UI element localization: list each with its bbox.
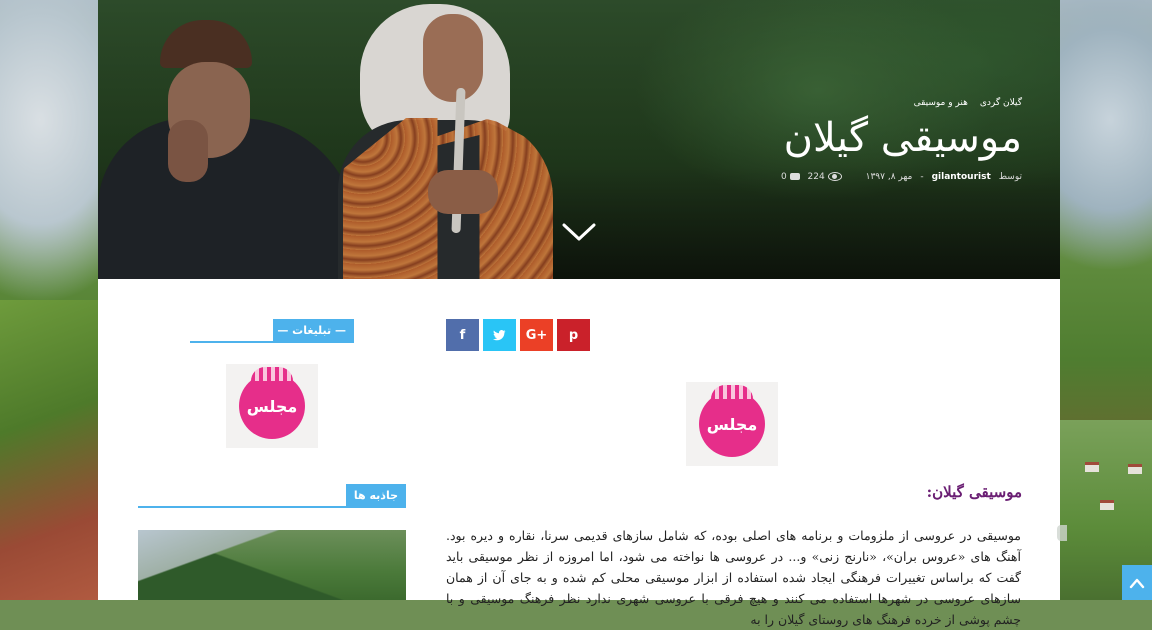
hero-photo-face bbox=[423, 14, 483, 102]
share-buttons: f t G+ p bbox=[446, 319, 590, 351]
facebook-share-button[interactable]: f bbox=[446, 319, 479, 351]
byline-prefix: توسط bbox=[998, 172, 1022, 182]
pinterest-share-button[interactable]: p bbox=[557, 319, 590, 351]
comments-count[interactable]: 0 bbox=[781, 172, 800, 182]
facebook-icon: f bbox=[459, 327, 466, 343]
hero-photo-hands bbox=[428, 170, 498, 214]
attractions-widget-title: جاذبه ها bbox=[346, 484, 406, 508]
article-logo-image: مجلس bbox=[686, 382, 778, 466]
views-count: 224 bbox=[808, 172, 842, 182]
post-title: موسیقی گیلان bbox=[783, 115, 1022, 161]
majles-logo: مجلس bbox=[699, 385, 765, 457]
post-header: گیلان گردی هنر و موسیقی موسیقی گیلان توس… bbox=[781, 98, 1022, 182]
hero-photo-hat bbox=[160, 20, 252, 68]
pinterest-icon: p bbox=[568, 327, 579, 343]
article-body: موسیقی در عروسی از ملزومات و برنامه های … bbox=[446, 528, 1022, 627]
logo-text: مجلس bbox=[706, 414, 758, 434]
google-plus-icon: G+ bbox=[525, 327, 548, 343]
side-handle bbox=[1057, 525, 1067, 541]
background-left-slope bbox=[0, 300, 98, 600]
category-link[interactable]: گیلان گردی bbox=[980, 98, 1022, 108]
chevron-down-icon[interactable] bbox=[562, 222, 596, 242]
category-link[interactable]: هنر و موسیقی bbox=[914, 98, 968, 108]
twitter-icon bbox=[493, 329, 506, 340]
hero-photo-hand bbox=[168, 120, 208, 182]
ads-widget-title: — تبلیغات — bbox=[273, 319, 354, 343]
article-heading: موسیقی گیلان: bbox=[926, 483, 1022, 501]
comment-icon bbox=[789, 173, 800, 180]
twitter-share-button[interactable]: t bbox=[483, 319, 516, 351]
content-panel: f t G+ p مجلس موسیقی گیلان: موسیقی در عر… bbox=[98, 279, 1060, 627]
scroll-to-top-button[interactable] bbox=[1122, 565, 1152, 600]
author-link[interactable]: gilantourist bbox=[932, 172, 991, 182]
post-categories: گیلان گردی هنر و موسیقی bbox=[781, 98, 1022, 108]
ad-banner[interactable]: مجلس bbox=[226, 364, 318, 448]
attraction-thumbnail[interactable] bbox=[138, 530, 406, 600]
background-house bbox=[1128, 464, 1142, 474]
background-house bbox=[1085, 462, 1099, 472]
post-meta: توسط gilantourist - مهر ۸, ۱۳۹۷ 224 0 bbox=[781, 172, 1022, 182]
majles-logo: مجلس bbox=[239, 367, 305, 439]
post-date: مهر ۸, ۱۳۹۷ bbox=[865, 172, 913, 182]
eye-icon bbox=[827, 172, 842, 181]
background-house bbox=[1100, 500, 1114, 510]
arrow-up-icon bbox=[1129, 578, 1145, 588]
logo-text: مجلس bbox=[246, 396, 298, 416]
hero-banner: گیلان گردی هنر و موسیقی موسیقی گیلان توس… bbox=[98, 0, 1060, 279]
google-plus-share-button[interactable]: G+ bbox=[520, 319, 553, 351]
comments-value: 0 bbox=[780, 172, 787, 182]
views-value: 224 bbox=[807, 172, 825, 182]
meta-separator: - bbox=[920, 172, 924, 182]
